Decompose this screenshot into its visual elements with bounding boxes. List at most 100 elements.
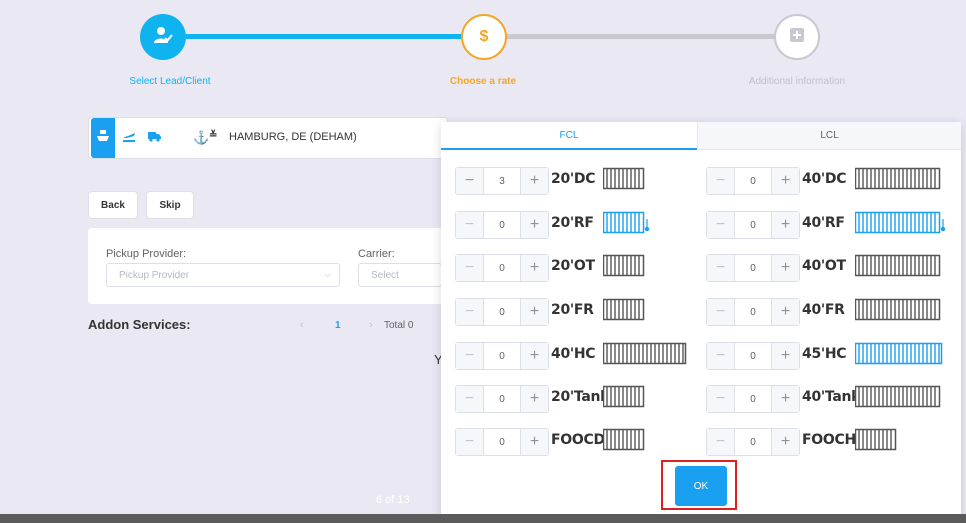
pickup-provider-select[interactable]: Pickup Provider ⌵: [106, 263, 340, 287]
container-icon: [602, 342, 693, 371]
container-type-label: 40'HC: [551, 346, 596, 362]
step-1-label: Select Lead/Client: [129, 76, 211, 87]
quantity-value[interactable]: 0: [735, 343, 771, 369]
step-2-circle[interactable]: $: [461, 14, 507, 60]
addon-services-title: Addon Services:: [88, 317, 191, 332]
increment-button[interactable]: +: [520, 255, 548, 281]
container-type-label: 20'RF: [551, 215, 594, 231]
increment-button[interactable]: +: [771, 429, 799, 455]
stepper-pending-line: [506, 34, 774, 39]
increment-button[interactable]: +: [771, 299, 799, 325]
container-row: −0 +40'RF: [706, 211, 956, 239]
container-type-label: 40'RF: [802, 215, 845, 231]
step-3-label: Additional information: [748, 76, 846, 87]
quantity-value[interactable]: 0: [484, 429, 520, 455]
decrement-button[interactable]: −: [456, 212, 484, 238]
quantity-value[interactable]: 0: [484, 299, 520, 325]
quantity-stepper: −0 +: [706, 298, 800, 326]
quantity-value[interactable]: 3: [484, 168, 520, 194]
quantity-value[interactable]: 0: [735, 168, 771, 194]
increment-button[interactable]: +: [771, 343, 799, 369]
decrement-button[interactable]: −: [456, 429, 484, 455]
container-row: −3 +20'DC: [455, 167, 705, 195]
mode-sea-button[interactable]: [91, 118, 115, 158]
container-icon: [854, 211, 947, 240]
decrement-button[interactable]: −: [456, 255, 484, 281]
increment-button[interactable]: +: [520, 212, 548, 238]
quantity-stepper: −0 +: [706, 342, 800, 370]
quantity-value[interactable]: 0: [735, 429, 771, 455]
quantity-stepper: −0 +: [455, 385, 549, 413]
pagination-next-icon[interactable]: ›: [369, 319, 373, 331]
carrier-label: Carrier:: [358, 248, 395, 260]
increment-button[interactable]: +: [520, 429, 548, 455]
quantity-value[interactable]: 0: [484, 386, 520, 412]
quantity-value[interactable]: 0: [735, 212, 771, 238]
quantity-stepper: −0 +: [706, 428, 800, 456]
container-row: −0 +40'DC: [706, 167, 956, 195]
decrement-button[interactable]: −: [707, 212, 735, 238]
container-icon: [602, 428, 651, 457]
carrier-select[interactable]: Select: [358, 263, 442, 287]
stepper-progress-line: [186, 34, 462, 39]
increment-button[interactable]: +: [520, 343, 548, 369]
decrement-button[interactable]: −: [456, 343, 484, 369]
chevron-double-down-icon[interactable]: ≚: [209, 130, 217, 141]
tab-lcl[interactable]: LCL: [697, 122, 961, 150]
page-counter: 6 of 13: [376, 494, 410, 506]
pickup-provider-placeholder: Pickup Provider: [119, 269, 190, 281]
increment-button[interactable]: +: [520, 386, 548, 412]
decrement-button[interactable]: −: [707, 429, 735, 455]
increment-button[interactable]: +: [771, 168, 799, 194]
quantity-value[interactable]: 0: [735, 386, 771, 412]
quantity-stepper: −0 +: [706, 254, 800, 282]
pagination-page-current[interactable]: 1: [335, 320, 341, 331]
quantity-stepper: −0 +: [706, 167, 800, 195]
quantity-value[interactable]: 0: [735, 299, 771, 325]
decrement-button[interactable]: −: [456, 299, 484, 325]
mode-road-button[interactable]: [143, 118, 167, 158]
plus-square-icon: [790, 27, 804, 47]
decrement-button[interactable]: −: [707, 168, 735, 194]
quantity-stepper: −0 +: [455, 298, 549, 326]
increment-button[interactable]: +: [520, 168, 548, 194]
highlight-box: [661, 460, 737, 510]
container-icon: [854, 167, 947, 196]
container-type-label: 40'OT: [802, 258, 846, 274]
increment-button[interactable]: +: [771, 212, 799, 238]
container-icon: [854, 342, 949, 371]
mode-air-button[interactable]: [117, 118, 141, 158]
decrement-button[interactable]: −: [456, 168, 484, 194]
increment-button[interactable]: +: [520, 299, 548, 325]
quantity-value[interactable]: 0: [484, 343, 520, 369]
skip-button[interactable]: Skip: [146, 191, 194, 219]
decrement-button[interactable]: −: [707, 386, 735, 412]
quantity-value[interactable]: 0: [735, 255, 771, 281]
anchor-icon[interactable]: ⚓: [193, 130, 209, 146]
decrement-button[interactable]: −: [456, 386, 484, 412]
increment-button[interactable]: +: [771, 386, 799, 412]
ship-icon: [96, 129, 110, 148]
container-icon: [602, 167, 651, 196]
decrement-button[interactable]: −: [707, 343, 735, 369]
container-row: −0 + FOOCDC: [455, 428, 705, 456]
pagination-prev-icon[interactable]: ‹: [300, 319, 304, 331]
step-1-circle[interactable]: [140, 14, 186, 60]
container-icon: [602, 254, 651, 283]
tab-fcl-label: FCL: [559, 129, 579, 141]
decrement-button[interactable]: −: [707, 255, 735, 281]
step-3-circle[interactable]: [774, 14, 820, 60]
increment-button[interactable]: +: [771, 255, 799, 281]
container-type-label: 20'Tank: [551, 389, 610, 405]
user-check-icon: [153, 26, 173, 49]
quantity-stepper: −0 +: [455, 342, 549, 370]
decrement-button[interactable]: −: [707, 299, 735, 325]
quantity-value[interactable]: 0: [484, 255, 520, 281]
container-icon: [854, 428, 903, 457]
container-type-label: 40'DC: [802, 171, 847, 187]
origin-port-input[interactable]: HAMBURG, DE (DEHAM): [229, 131, 357, 143]
back-button[interactable]: Back: [88, 191, 138, 219]
quantity-value[interactable]: 0: [484, 212, 520, 238]
tab-fcl[interactable]: FCL: [441, 122, 697, 150]
container-icon: [602, 298, 651, 327]
